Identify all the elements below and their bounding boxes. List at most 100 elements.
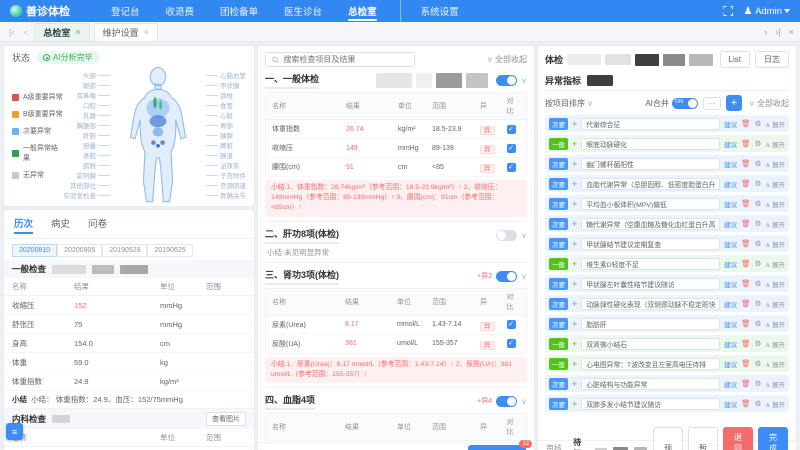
settings-icon[interactable]: ⚙ <box>755 199 762 208</box>
organ-label-胆囊[interactable]: 胆囊 <box>83 140 110 150</box>
abnormal-text-input[interactable] <box>581 178 720 190</box>
table-row[interactable]: 尿酸(UA)381umol/L155-357异✓ <box>266 334 527 353</box>
organ-label-耳鼻喉[interactable]: 耳鼻喉 <box>77 90 111 100</box>
expand-toggle[interactable]: ∧ 展开 <box>765 279 785 289</box>
abnormal-item[interactable]: 次要+建议🗑⚙∧ 展开 <box>545 155 789 172</box>
expand-toggle[interactable]: ∧ 展开 <box>765 319 785 329</box>
add-icon[interactable]: + <box>572 179 577 189</box>
section-toggle[interactable] <box>496 230 517 241</box>
abnormal-text-input[interactable] <box>581 398 720 410</box>
sort-by-item[interactable]: 按项目排序 ∨ <box>545 98 593 109</box>
organ-label-颈椎[interactable]: 颈椎 <box>206 90 246 100</box>
organ-label-乳腺[interactable]: 乳腺 <box>83 110 110 120</box>
suggest-link[interactable]: 建议 <box>724 119 737 129</box>
tab-scroll-left-icon[interactable]: ‹ <box>21 27 30 37</box>
expand-toggle[interactable]: ∧ 展开 <box>765 379 785 389</box>
abnormal-item[interactable]: 次要+建议🗑⚙∧ 展开 <box>545 195 789 212</box>
suggest-link[interactable]: 建议 <box>724 359 737 369</box>
expand-toggle[interactable]: ∧ 展开 <box>765 199 785 209</box>
history-date-tab[interactable]: 20200905 <box>57 244 102 257</box>
trash-icon[interactable]: 🗑 <box>741 319 751 328</box>
section-toggle[interactable] <box>496 396 517 407</box>
trash-icon[interactable]: 🗑 <box>741 339 751 348</box>
trash-icon[interactable]: 🗑 <box>741 299 751 308</box>
abnormal-item[interactable]: 次要+建议🗑⚙∧ 展开 <box>545 175 789 192</box>
suggest-link[interactable]: 建议 <box>724 339 737 349</box>
compare-checkbox[interactable]: ✓ <box>507 125 516 134</box>
table-row[interactable]: 体重指数26.74kg/m²18.5-23.9异✓ <box>266 120 527 139</box>
organ-label-头部[interactable]: 头部 <box>83 70 110 80</box>
history-tab-历次[interactable]: 历次 <box>14 216 33 234</box>
section-header[interactable]: 四、血脂4项+异4∨ <box>265 393 527 410</box>
organ-label-肠道[interactable]: 肠道 <box>206 150 246 160</box>
list-button[interactable]: List <box>720 51 750 68</box>
organ-label-心脏[interactable]: 心脏 <box>206 110 246 120</box>
compare-results-button[interactable]: 结果对比 12 <box>468 445 526 450</box>
log-button[interactable]: 日志 <box>755 51 789 68</box>
abnormal-item[interactable]: 次要+建议🗑⚙∧ 展开 <box>545 295 789 312</box>
suggest-link[interactable]: 建议 <box>724 199 737 209</box>
add-icon[interactable]: + <box>572 119 577 129</box>
abnormal-item[interactable]: 一般+建议🗑⚙∧ 展开 <box>545 335 789 352</box>
table-row[interactable]: 体重指数24.9kg/m² <box>4 372 254 391</box>
organ-label-脾脏[interactable]: 脾脏 <box>206 140 246 150</box>
add-icon[interactable]: + <box>572 139 577 149</box>
organ-label-前列腺[interactable]: 前列腺 <box>77 170 111 180</box>
section-header[interactable]: 二、肝功8项(体检)∨ <box>265 227 527 244</box>
suggest-link[interactable]: 建议 <box>724 219 737 229</box>
trash-icon[interactable]: 🗑 <box>741 179 751 188</box>
close-icon[interactable]: × <box>75 27 80 37</box>
suggest-link[interactable]: 建议 <box>724 259 737 269</box>
trash-icon[interactable]: 🗑 <box>741 219 751 228</box>
result-search[interactable] <box>265 52 415 67</box>
settings-icon[interactable]: ⚙ <box>755 319 762 328</box>
abnormal-text-input[interactable] <box>581 278 720 290</box>
abnormal-text-input[interactable] <box>581 138 720 150</box>
expand-toggle[interactable]: ∧ 展开 <box>765 239 785 249</box>
organ-label-胸腹部[interactable]: 胸腹部 <box>77 120 111 130</box>
expand-toggle[interactable]: ∧ 展开 <box>765 339 785 349</box>
settings-icon[interactable]: ⚙ <box>755 359 762 368</box>
settings-icon[interactable]: ⚙ <box>755 119 762 128</box>
organ-label-子宫附件[interactable]: 子宫附件 <box>206 170 246 180</box>
settings-icon[interactable]: ⚙ <box>755 179 762 188</box>
abnormal-item[interactable]: 次要+建议🗑⚙∧ 展开 <box>545 115 789 132</box>
suggest-link[interactable]: 建议 <box>724 379 737 389</box>
add-icon[interactable]: + <box>572 399 577 409</box>
organ-label-实验室检查[interactable]: 实验室检查 <box>64 190 111 200</box>
abnormal-text-input[interactable] <box>581 298 720 310</box>
close-icon[interactable]: × <box>144 27 149 37</box>
abnormal-item[interactable]: 一般+建议🗑⚙∧ 展开 <box>545 355 789 372</box>
organ-label-眼部[interactable]: 眼部 <box>83 80 110 90</box>
nav-item-登记台[interactable]: 登记台 <box>98 0 153 22</box>
history-date-tab[interactable]: 20190625 <box>147 244 192 257</box>
add-icon[interactable]: + <box>572 319 577 329</box>
nav-item-收退费[interactable]: 收退费 <box>153 0 208 22</box>
table-row[interactable]: 收缩压149mmHg89-139异✓ <box>266 139 527 158</box>
预览-button[interactable]: 预览 <box>653 427 683 450</box>
abnormal-text-input[interactable] <box>581 378 720 390</box>
organ-label-口腔[interactable]: 口腔 <box>83 100 110 110</box>
organ-label-骨骼关节[interactable]: 骨骼关节 <box>206 190 246 200</box>
suggest-link[interactable]: 建议 <box>724 239 737 249</box>
abnormal-text-input[interactable] <box>581 118 720 130</box>
history-tab-问卷[interactable]: 问卷 <box>88 216 107 234</box>
nav-item-总检室[interactable]: 总检室 <box>335 0 390 22</box>
settings-icon[interactable]: ⚙ <box>755 279 762 288</box>
table-row[interactable]: 收缩压152mmHg <box>4 296 254 315</box>
add-abnormal-button[interactable]: + <box>726 95 742 111</box>
organ-label-宫颈阴道[interactable]: 宫颈阴道 <box>206 180 246 190</box>
table-row[interactable]: 腰围(cm)91cm<85异✓ <box>266 158 527 177</box>
abnormal-text-input[interactable] <box>581 198 720 210</box>
settings-icon[interactable]: ⚙ <box>755 259 762 268</box>
nav-item-医生诊台[interactable]: 医生诊台 <box>271 0 335 22</box>
suggest-link[interactable]: 建议 <box>724 179 737 189</box>
suggest-link[interactable]: 建议 <box>724 139 737 149</box>
trash-icon[interactable]: 🗑 <box>741 139 751 148</box>
expand-toggle[interactable]: ∧ 展开 <box>765 139 785 149</box>
trash-icon[interactable]: 🗑 <box>741 239 751 248</box>
add-icon[interactable]: + <box>572 199 577 209</box>
tab-scroll-end-icon[interactable]: ›| <box>775 27 780 37</box>
compare-checkbox[interactable]: ✓ <box>507 339 516 348</box>
table-row[interactable]: 体重59.0kg <box>4 353 254 372</box>
